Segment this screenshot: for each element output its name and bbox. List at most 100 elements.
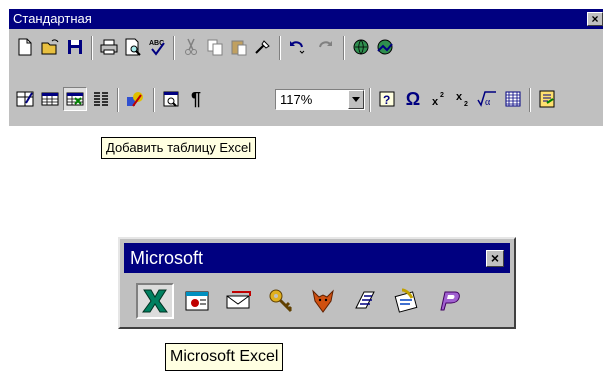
microsoft-excel-tooltip: Microsoft Excel <box>165 343 284 371</box>
foxpro-button[interactable] <box>304 283 342 319</box>
superscript-icon: x2 <box>432 92 444 108</box>
svg-text:α: α <box>485 97 491 108</box>
new-document-icon <box>18 38 32 56</box>
close-icon: × <box>591 12 599 26</box>
show-paragraph-button[interactable]: ¶ <box>185 87 207 111</box>
project-icon <box>355 291 375 309</box>
publisher-icon <box>440 291 460 311</box>
svg-text:x: x <box>456 91 463 103</box>
cut-button[interactable] <box>179 35 203 59</box>
open-button[interactable] <box>38 35 62 59</box>
paste-button[interactable] <box>227 35 251 59</box>
toolbar-separator <box>91 36 93 60</box>
excel-button[interactable] <box>136 283 174 319</box>
hyperlink-button[interactable] <box>373 35 397 59</box>
excel-table-tooltip: Добавить таблицу Excel <box>101 137 257 159</box>
format-painter-icon <box>255 40 270 54</box>
microsoft-toolbar-title: Microsoft <box>130 248 204 268</box>
document-map-icon <box>163 91 179 107</box>
toolbar-separator <box>343 36 345 60</box>
grid-button[interactable] <box>501 87 525 111</box>
copy-icon <box>207 39 223 56</box>
microsoft-toolbar-close-button[interactable]: × <box>486 250 504 267</box>
microsoft-toolbar: Microsoft × <box>118 237 516 329</box>
spelling-icon: ABC <box>149 40 165 56</box>
grid-icon <box>505 91 521 107</box>
redo-icon <box>319 41 332 48</box>
save-button[interactable] <box>63 35 87 59</box>
print-icon <box>100 39 118 55</box>
zoom-dropdown-button[interactable] <box>348 90 364 109</box>
new-document-button[interactable] <box>13 35 37 59</box>
redo-button[interactable] <box>313 35 337 59</box>
microsoft-toolbar-row <box>130 281 508 323</box>
access-button[interactable] <box>262 283 300 319</box>
standard-toolbar-row-2: ¶ 117% ? Ω x2 x2 α <box>13 85 603 115</box>
powerpoint-button[interactable] <box>178 283 216 319</box>
zoom-value: 117% <box>280 92 313 107</box>
publisher-button[interactable] <box>430 283 468 319</box>
excel-icon <box>142 289 168 313</box>
insert-excel-table-button[interactable] <box>63 87 87 111</box>
symbol-icon: Ω <box>405 89 421 109</box>
equation-icon: α <box>477 91 496 108</box>
schedule-button[interactable] <box>388 283 426 319</box>
spelling-button[interactable]: ABC <box>145 35 169 59</box>
drawing-icon <box>127 92 143 107</box>
zoom-select[interactable]: 117% <box>275 89 365 110</box>
web-toolbar-button[interactable] <box>349 35 373 59</box>
toolbar-separator <box>369 88 371 112</box>
office-assistant-button[interactable] <box>535 87 559 111</box>
tables-borders-icon <box>16 91 34 107</box>
standard-toolbar: Стандартная × ABC ¶ 117% ? Ω x 2 x 2 α <box>8 8 603 126</box>
standard-toolbar-close-button[interactable]: × <box>587 12 603 26</box>
equation-button[interactable]: α <box>475 87 499 111</box>
hyperlink-icon <box>377 39 393 55</box>
microsoft-toolbar-titlebar[interactable]: Microsoft × <box>124 243 510 273</box>
cut-icon <box>185 38 197 55</box>
print-preview-icon <box>125 38 141 56</box>
schedule-icon <box>394 288 418 313</box>
subscript-icon: x2 <box>456 91 468 108</box>
toolbar-separator <box>173 36 175 60</box>
open-folder-icon <box>41 39 59 55</box>
foxpro-icon <box>312 289 334 313</box>
print-button[interactable] <box>97 35 121 59</box>
powerpoint-icon <box>185 291 209 311</box>
chevron-down-icon <box>352 97 360 102</box>
columns-icon <box>94 92 108 106</box>
copy-button[interactable] <box>203 35 227 59</box>
columns-button[interactable] <box>89 87 113 111</box>
show-paragraph-icon: ¶ <box>190 89 201 109</box>
symbol-button[interactable]: Ω <box>401 87 425 111</box>
close-icon: × <box>490 250 500 266</box>
tables-borders-button[interactable] <box>13 87 37 111</box>
toolbar-separator <box>529 88 531 112</box>
insert-table-button[interactable] <box>38 87 62 111</box>
help-button[interactable]: ? <box>375 87 399 111</box>
svg-text:?: ? <box>383 93 390 107</box>
standard-toolbar-titlebar[interactable]: Стандартная × <box>9 9 603 29</box>
format-painter-button[interactable] <box>251 35 275 59</box>
standard-toolbar-title: Стандартная <box>13 11 92 26</box>
superscript-button[interactable]: x2 <box>427 87 451 111</box>
svg-text:x: x <box>432 96 439 108</box>
insert-excel-table-icon <box>66 92 84 106</box>
access-key-icon <box>269 289 293 313</box>
undo-button[interactable] <box>285 35 309 59</box>
subscript-button[interactable]: x2 <box>451 87 475 111</box>
drawing-button[interactable] <box>123 87 147 111</box>
standard-toolbar-row-1: ABC <box>13 33 603 63</box>
office-assistant-icon <box>539 90 555 108</box>
svg-text:2: 2 <box>440 92 444 99</box>
mail-icon <box>226 291 251 309</box>
mail-button[interactable] <box>220 283 258 319</box>
undo-icon <box>290 41 305 54</box>
save-icon <box>68 40 82 54</box>
document-map-button[interactable] <box>159 87 183 111</box>
insert-table-icon <box>41 92 59 106</box>
paste-icon <box>231 40 247 56</box>
toolbar-separator <box>279 36 281 60</box>
project-button[interactable] <box>346 283 384 319</box>
print-preview-button[interactable] <box>121 35 145 59</box>
